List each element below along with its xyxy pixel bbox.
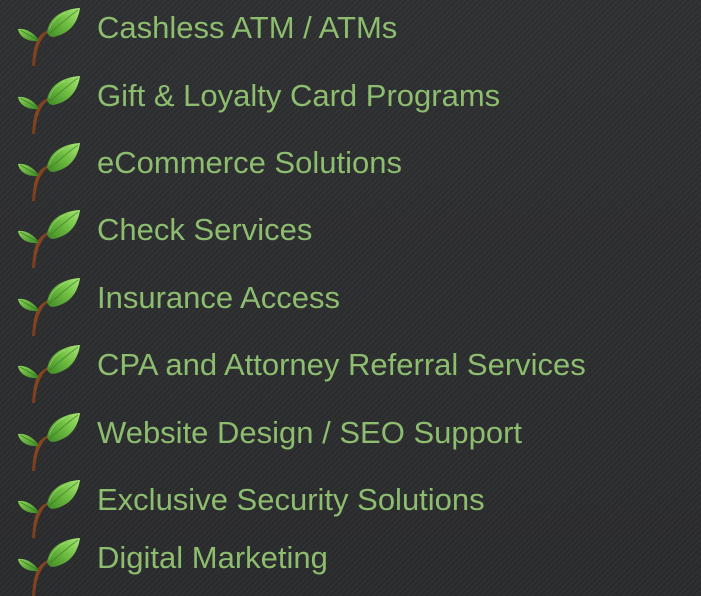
service-label[interactable]: Check Services	[97, 212, 312, 248]
leaf-sprout-icon	[12, 204, 84, 268]
list-item: Cashless ATM / ATMs	[0, 0, 701, 66]
service-label[interactable]: Exclusive Security Solutions	[97, 482, 485, 518]
services-list: Cashless ATM / ATMs Gift & Loyalty Card …	[0, 0, 701, 596]
leaf-sprout-icon	[12, 474, 84, 538]
leaf-sprout-icon	[12, 532, 84, 596]
list-item: eCommerce Solutions	[0, 135, 701, 201]
service-label[interactable]: Cashless ATM / ATMs	[97, 10, 397, 46]
service-label[interactable]: CPA and Attorney Referral Services	[97, 347, 586, 383]
list-item: Digital Marketing	[0, 530, 701, 596]
list-item: Website Design / SEO Support	[0, 405, 701, 471]
leaf-sprout-icon	[12, 339, 84, 403]
list-item: CPA and Attorney Referral Services	[0, 337, 701, 403]
leaf-sprout-icon	[12, 272, 84, 336]
leaf-sprout-icon	[12, 2, 84, 66]
leaf-sprout-icon	[12, 137, 84, 201]
leaf-sprout-icon	[12, 70, 84, 134]
list-item: Check Services	[0, 202, 701, 268]
service-label[interactable]: Insurance Access	[97, 280, 340, 316]
service-label[interactable]: Gift & Loyalty Card Programs	[97, 78, 500, 114]
list-item: Exclusive Security Solutions	[0, 472, 701, 538]
list-item: Gift & Loyalty Card Programs	[0, 68, 701, 134]
list-item: Insurance Access	[0, 270, 701, 336]
service-label[interactable]: eCommerce Solutions	[97, 145, 402, 181]
service-label[interactable]: Digital Marketing	[97, 540, 328, 576]
service-label[interactable]: Website Design / SEO Support	[97, 415, 522, 451]
leaf-sprout-icon	[12, 407, 84, 471]
